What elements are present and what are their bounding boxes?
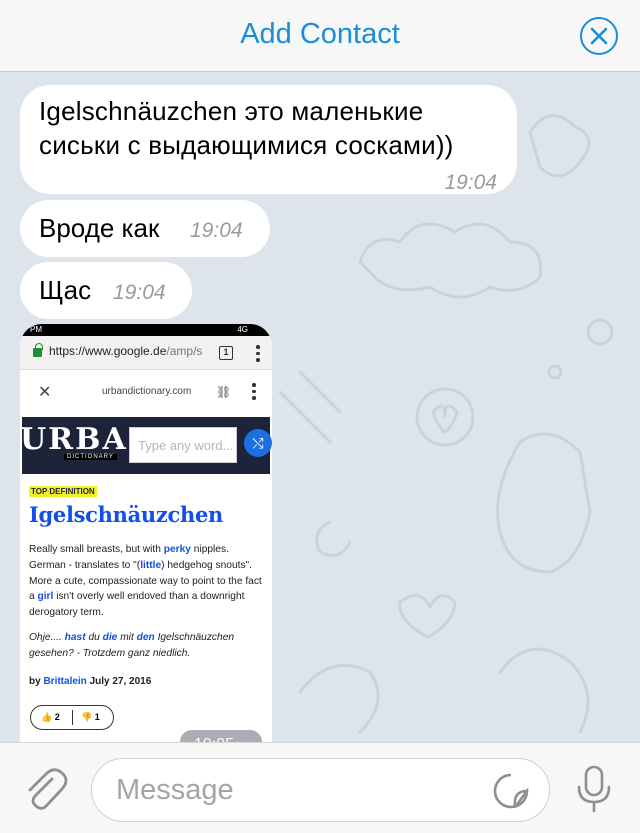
message-time: 19:04 bbox=[190, 219, 243, 242]
link-icon: ⛓ bbox=[216, 385, 232, 399]
message-text: Igelschnäuzchen это маленькие сиськи с в… bbox=[39, 96, 454, 160]
close-icon: ✕ bbox=[38, 384, 52, 401]
phone-status-bar: PM 4G bbox=[20, 324, 272, 336]
attach-icon[interactable] bbox=[22, 765, 68, 811]
browser-url-bar: https://www.google.de/amp/s 1 bbox=[20, 336, 272, 370]
amp-toolbar: ✕ urbandictionary.com ⛓ bbox=[20, 370, 272, 414]
message-input-wrapper[interactable] bbox=[91, 758, 550, 822]
message-text: Вроде как bbox=[39, 213, 160, 243]
chat-area[interactable]: Igelschnäuzchen это маленькие сиськи с в… bbox=[0, 72, 640, 742]
ud-header: URBAN DICTIONARY Type any word... ⤭ bbox=[20, 417, 272, 474]
close-icon bbox=[590, 27, 608, 45]
chat-header: Add Contact bbox=[0, 0, 640, 72]
message-bubble[interactable]: Щас 19:04 bbox=[20, 262, 192, 319]
ud-votes: 👍 2 👎 1 bbox=[30, 705, 114, 730]
amp-domain: urbandictionary.com bbox=[102, 386, 192, 397]
ud-author: by Brittalein July 27, 2016 bbox=[29, 676, 152, 687]
ud-example: Ohje.... hast du die mit den Igelschnäuz… bbox=[29, 632, 235, 659]
header-title[interactable]: Add Contact bbox=[0, 18, 640, 51]
browser-url: https://www.google.de/amp/s bbox=[49, 344, 203, 358]
close-button[interactable] bbox=[580, 17, 618, 55]
thumbs-up-icon: 👍 2 bbox=[41, 712, 60, 722]
message-text: Щас bbox=[39, 275, 92, 305]
message-bubble[interactable]: Вроде как 19:04 bbox=[20, 200, 270, 257]
thumbs-down-icon: 👎 1 bbox=[81, 712, 100, 722]
more-vert-icon bbox=[252, 383, 256, 403]
ud-search-input: Type any word... bbox=[129, 427, 237, 463]
sticker-icon[interactable] bbox=[493, 773, 529, 809]
shuffle-icon: ⤭ bbox=[244, 429, 272, 457]
ud-logo-sub: DICTIONARY bbox=[64, 454, 117, 460]
more-vert-icon bbox=[256, 345, 260, 365]
message-bubble[interactable]: Igelschnäuzchen это маленькие сиськи с в… bbox=[20, 85, 517, 194]
message-input-bar bbox=[0, 742, 640, 833]
tabs-count-icon: 1 bbox=[219, 346, 233, 360]
microphone-icon[interactable] bbox=[575, 765, 613, 813]
photo-message[interactable]: PM 4G https://www.google.de/amp/s 1 ✕ ur… bbox=[20, 324, 272, 742]
ud-meaning: Really small breasts, but with perky nip… bbox=[29, 544, 262, 619]
message-time: 19:04 bbox=[444, 171, 497, 194]
message-input[interactable] bbox=[116, 773, 456, 807]
message-time: 19:04 bbox=[113, 281, 166, 304]
top-definition-badge: TOP DEFINITION bbox=[29, 486, 97, 497]
ud-word: Igelschnäuzchen bbox=[29, 502, 223, 527]
lock-icon bbox=[33, 343, 43, 357]
photo-time: 19:05 bbox=[180, 730, 262, 742]
